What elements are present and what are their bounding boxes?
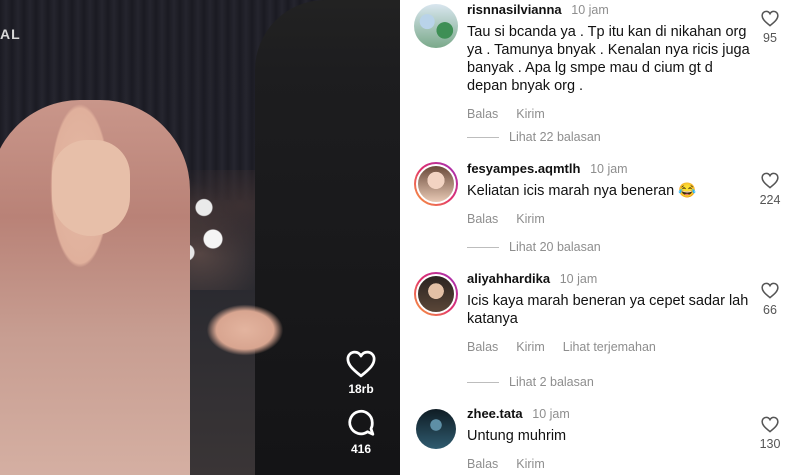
- replies-divider: [467, 246, 499, 248]
- comment-username[interactable]: zhee.tata: [467, 406, 523, 421]
- comment-text: Keliatan icis marah nya beneran 😂: [467, 183, 697, 199]
- reply-button[interactable]: Balas: [467, 457, 498, 471]
- comment-username[interactable]: risnnasilvianna: [467, 2, 562, 17]
- reply-button[interactable]: Balas: [467, 107, 498, 121]
- view-replies-label: Lihat 20 balasan: [509, 240, 601, 254]
- comment-time: 10 jam: [590, 162, 628, 176]
- comment-text: Icis kaya marah beneran ya cepet sadar l…: [467, 293, 749, 327]
- send-button[interactable]: Kirim: [516, 212, 544, 226]
- comment-time: 10 jam: [559, 272, 598, 286]
- view-replies-link[interactable]: Lihat 22 balasan: [467, 130, 601, 144]
- send-button[interactable]: Kirim: [516, 457, 544, 471]
- view-replies-label: Lihat 22 balasan: [509, 130, 601, 144]
- reply-button[interactable]: Balas: [467, 212, 498, 226]
- comment-text: Untung muhrim: [467, 428, 567, 444]
- comment-like-count: 66: [763, 303, 777, 317]
- video-comment-button[interactable]: 416: [346, 408, 376, 456]
- comment-username[interactable]: fesyampes.aqmtlh: [467, 161, 580, 176]
- video-like-count: 18rb: [348, 382, 374, 396]
- user-avatar[interactable]: [414, 272, 458, 316]
- handshake: [200, 300, 290, 360]
- comment-like-button[interactable]: 130: [758, 416, 782, 451]
- comment-like-button[interactable]: 224: [758, 172, 782, 207]
- heart-outline-icon: [761, 10, 779, 27]
- reply-button[interactable]: Balas: [467, 340, 498, 354]
- heart-outline-icon: [761, 416, 779, 433]
- hijab-woman-face: [52, 140, 130, 236]
- view-replies-label: Lihat 2 balasan: [509, 375, 594, 389]
- comment-like-count: 95: [763, 31, 777, 45]
- user-avatar[interactable]: [416, 409, 456, 449]
- replies-divider: [467, 136, 499, 138]
- comment-like-count: 130: [759, 437, 781, 451]
- comment-time: 10 jam: [571, 3, 609, 17]
- heart-icon: [346, 350, 376, 378]
- send-button[interactable]: Kirim: [516, 340, 544, 354]
- video-comment-count: 416: [350, 442, 372, 456]
- comment-like-button[interactable]: 66: [758, 282, 782, 317]
- video-side-actions: 18rb 416: [336, 350, 386, 468]
- video-like-button[interactable]: 18rb: [346, 350, 376, 396]
- comment-like-count: 224: [759, 193, 781, 207]
- view-replies-link[interactable]: Lihat 20 balasan: [467, 240, 601, 254]
- comment-like-button[interactable]: 95: [758, 10, 782, 45]
- see-translation-button[interactable]: Lihat terjemahan: [563, 340, 656, 354]
- heart-outline-icon: [761, 172, 779, 189]
- channel-watermark: AL: [0, 26, 21, 42]
- comments-panel[interactable]: risnnasilvianna 10 jam Tau si bcanda ya …: [400, 0, 800, 475]
- send-button[interactable]: Kirim: [516, 107, 544, 121]
- heart-outline-icon: [761, 282, 779, 299]
- replies-divider: [467, 381, 499, 383]
- user-avatar[interactable]: [414, 4, 458, 48]
- view-replies-link[interactable]: Lihat 2 balasan: [467, 375, 594, 389]
- comment-text: Tau si bcanda ya . Tp itu kan di nikahan…: [467, 24, 750, 94]
- comment-time: 10 jam: [532, 407, 570, 421]
- comment-bubble-icon: [348, 410, 375, 436]
- user-avatar[interactable]: [414, 162, 458, 206]
- video-player[interactable]: AL 18rb 416: [0, 0, 400, 475]
- comment-username[interactable]: aliyahhardika: [467, 271, 550, 286]
